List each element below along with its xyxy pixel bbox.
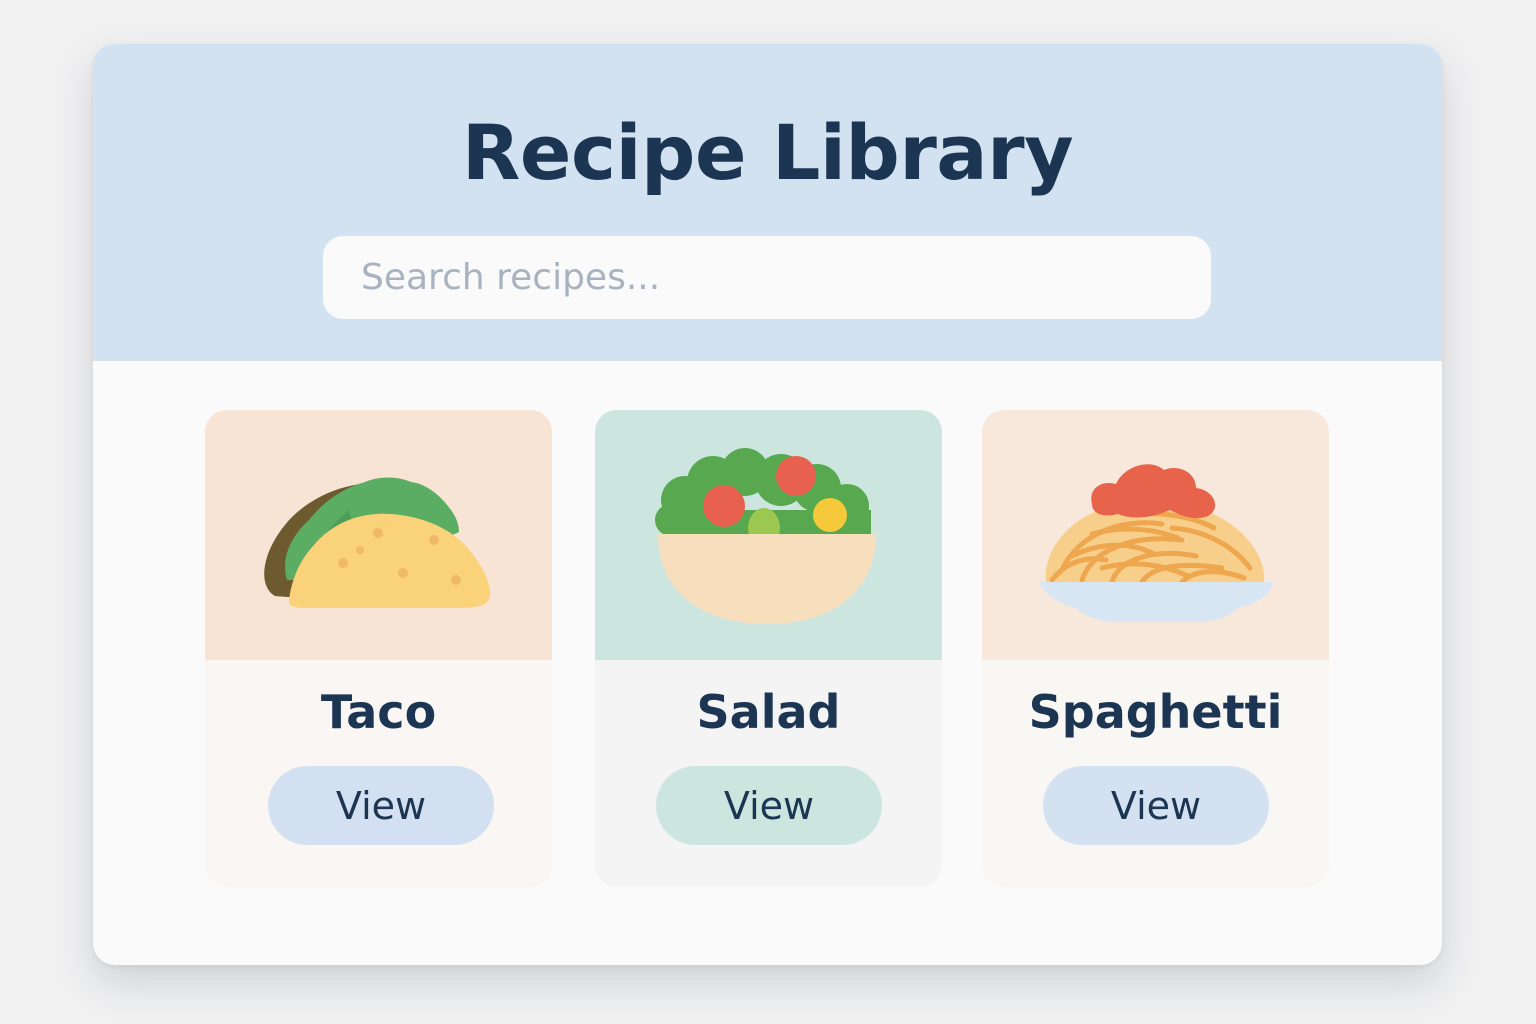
spaghetti-icon (1039, 464, 1274, 622)
recipe-title-salad: Salad (696, 685, 841, 739)
page-title: Recipe Library (461, 108, 1074, 197)
taco-icon (264, 477, 491, 608)
salad-icon (655, 448, 876, 624)
recipe-image-salad (595, 410, 942, 660)
recipe-title-taco: Taco (320, 685, 437, 739)
search-input[interactable] (323, 236, 1211, 319)
recipe-image-taco (205, 410, 552, 660)
view-button-spaghetti[interactable]: View (1043, 766, 1269, 845)
view-button-salad[interactable]: View (656, 766, 882, 845)
recipe-library-window: Recipe Library Taco View (93, 44, 1442, 965)
header: Recipe Library (93, 44, 1442, 361)
recipe-title-spaghetti: Spaghetti (1028, 685, 1283, 739)
recipe-card-taco[interactable]: Taco View (205, 410, 552, 887)
recipe-image-spaghetti (982, 410, 1329, 660)
view-button-taco[interactable]: View (268, 766, 494, 845)
recipe-card-salad[interactable]: Salad View (595, 410, 942, 887)
recipe-card-spaghetti[interactable]: Spaghetti View (982, 410, 1329, 887)
